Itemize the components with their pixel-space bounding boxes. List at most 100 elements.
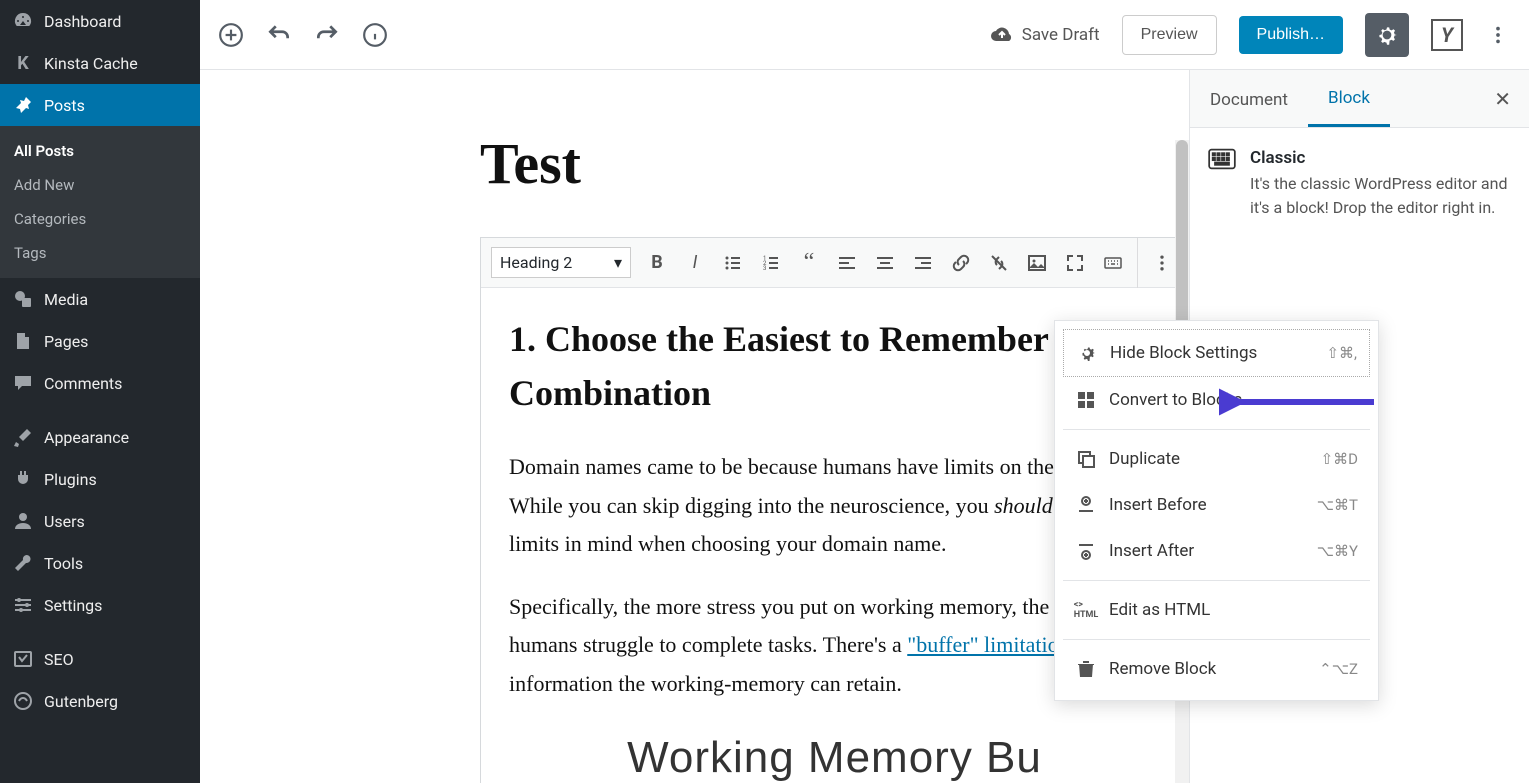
sidebar-label: Posts <box>44 96 85 115</box>
trash-icon <box>1075 658 1097 680</box>
menu-duplicate[interactable]: Duplicate ⇧⌘D <box>1063 436 1370 482</box>
unlink-button[interactable] <box>981 245 1017 281</box>
block-description: It's the classic WordPress editor and it… <box>1250 172 1511 220</box>
sidebar-label: SEO <box>44 650 74 669</box>
menu-label: Convert to Blocks <box>1109 390 1242 410</box>
comment-icon <box>12 372 34 394</box>
content-link[interactable]: "buffer" limitation <box>907 632 1069 657</box>
sidebar-item-gutenberg[interactable]: Gutenberg <box>0 680 200 722</box>
sidebar-item-comments[interactable]: Comments <box>0 362 200 404</box>
align-center-button[interactable] <box>867 245 903 281</box>
sidebar-item-kinsta[interactable]: K Kinsta Cache <box>0 42 200 84</box>
insert-after-icon <box>1075 540 1097 562</box>
menu-shortcut: ⌥⌘Y <box>1317 542 1358 560</box>
save-draft-button[interactable]: Save Draft <box>990 23 1100 47</box>
menu-insert-before[interactable]: Insert Before ⌥⌘T <box>1063 482 1370 528</box>
page-icon <box>12 330 34 352</box>
gauge-icon <box>12 10 34 32</box>
sidebar-label: Dashboard <box>44 12 121 31</box>
block-info: Classic It's the classic WordPress edito… <box>1190 128 1529 240</box>
cloud-icon <box>990 23 1014 47</box>
panel-tabs: Document Block ✕ <box>1190 70 1529 128</box>
sidebar-item-plugins[interactable]: Plugins <box>0 458 200 500</box>
sidebar-item-pages[interactable]: Pages <box>0 320 200 362</box>
sidebar-item-appearance[interactable]: Appearance <box>0 416 200 458</box>
undo-icon[interactable] <box>266 22 292 48</box>
menu-label: Edit as HTML <box>1109 600 1210 620</box>
menu-remove-block[interactable]: Remove Block ⌃⌥Z <box>1063 646 1370 692</box>
sliders-icon <box>12 594 34 616</box>
link-button[interactable] <box>943 245 979 281</box>
wrench-icon <box>12 552 34 574</box>
sidebar-label: Pages <box>44 332 88 351</box>
bullet-list-button[interactable] <box>715 245 751 281</box>
svg-text:3: 3 <box>763 265 766 272</box>
sidebar-item-dashboard[interactable]: Dashboard <box>0 0 200 42</box>
add-block-icon[interactable] <box>218 22 244 48</box>
menu-shortcut: ⌃⌥Z <box>1319 660 1358 678</box>
bold-button[interactable]: B <box>639 245 675 281</box>
sidebar-submenu: All Posts Add New Categories Tags <box>0 126 200 278</box>
sidebar-item-posts[interactable]: Posts <box>0 84 200 126</box>
sidebar-item-tools[interactable]: Tools <box>0 542 200 584</box>
align-right-button[interactable] <box>905 245 941 281</box>
chevron-down-icon: ▾ <box>614 253 622 272</box>
editor-canvas: Test Heading 2 ▾ B I 123 “ <box>200 70 1189 783</box>
menu-hide-settings[interactable]: Hide Block Settings ⇧⌘, <box>1063 329 1370 377</box>
sidebar-item-users[interactable]: Users <box>0 500 200 542</box>
keyboard-icon <box>1208 148 1236 170</box>
more-options-icon[interactable] <box>1485 22 1511 48</box>
sidebar-label: Users <box>44 512 85 531</box>
tab-document[interactable]: Document <box>1190 72 1308 126</box>
redo-icon[interactable] <box>314 22 340 48</box>
post-title[interactable]: Test <box>480 130 1189 197</box>
sidebar-label: Plugins <box>44 470 97 489</box>
menu-insert-after[interactable]: Insert After ⌥⌘Y <box>1063 528 1370 574</box>
publish-button[interactable]: Publish… <box>1239 16 1343 54</box>
menu-convert-blocks[interactable]: Convert to Blocks <box>1063 377 1370 423</box>
sidebar-label: Settings <box>44 596 102 615</box>
submenu-tags[interactable]: Tags <box>0 236 200 270</box>
italic-button[interactable]: I <box>677 245 713 281</box>
copy-icon <box>1075 448 1097 470</box>
tab-block[interactable]: Block <box>1308 70 1390 127</box>
sidebar-label: Tools <box>44 554 83 573</box>
close-panel-icon[interactable]: ✕ <box>1476 87 1529 111</box>
fullscreen-button[interactable] <box>1057 245 1093 281</box>
align-left-button[interactable] <box>829 245 865 281</box>
gear-icon <box>1076 342 1098 364</box>
submenu-categories[interactable]: Categories <box>0 202 200 236</box>
editor-topbar: Save Draft Preview Publish… Y <box>200 0 1529 70</box>
preview-button[interactable]: Preview <box>1122 15 1217 55</box>
settings-toggle-button[interactable] <box>1365 13 1409 57</box>
insert-image-button[interactable] <box>1019 245 1055 281</box>
sidebar-item-seo[interactable]: SEO <box>0 638 200 680</box>
sidebar-label: Kinsta Cache <box>44 54 138 73</box>
number-list-button[interactable]: 123 <box>753 245 789 281</box>
yoast-button[interactable]: Y <box>1431 19 1463 51</box>
menu-shortcut: ⌥⌘T <box>1317 496 1358 514</box>
format-select[interactable]: Heading 2 ▾ <box>491 247 631 278</box>
grid-icon <box>1075 389 1097 411</box>
sidebar-label: Media <box>44 290 88 309</box>
classic-toolbar: Heading 2 ▾ B I 123 “ <box>481 238 1188 288</box>
pin-icon <box>12 94 34 116</box>
keyboard-button[interactable] <box>1095 245 1131 281</box>
menu-label: Hide Block Settings <box>1110 343 1257 363</box>
menu-label: Remove Block <box>1109 659 1216 679</box>
sidebar-item-media[interactable]: Media <box>0 278 200 320</box>
menu-shortcut: ⇧⌘D <box>1321 450 1358 468</box>
info-icon[interactable] <box>362 22 388 48</box>
sidebar-label: Comments <box>44 374 122 393</box>
plug-icon <box>12 468 34 490</box>
menu-label: Insert After <box>1109 541 1194 561</box>
block-title: Classic <box>1250 148 1511 168</box>
sidebar-item-settings[interactable]: Settings <box>0 584 200 626</box>
submenu-all-posts[interactable]: All Posts <box>0 134 200 168</box>
insert-before-icon <box>1075 494 1097 516</box>
menu-shortcut: ⇧⌘, <box>1326 344 1357 362</box>
menu-edit-html[interactable]: <>HTML Edit as HTML <box>1063 587 1370 633</box>
html-icon: <>HTML <box>1075 599 1097 621</box>
quote-button[interactable]: “ <box>791 245 827 281</box>
submenu-add-new[interactable]: Add New <box>0 168 200 202</box>
